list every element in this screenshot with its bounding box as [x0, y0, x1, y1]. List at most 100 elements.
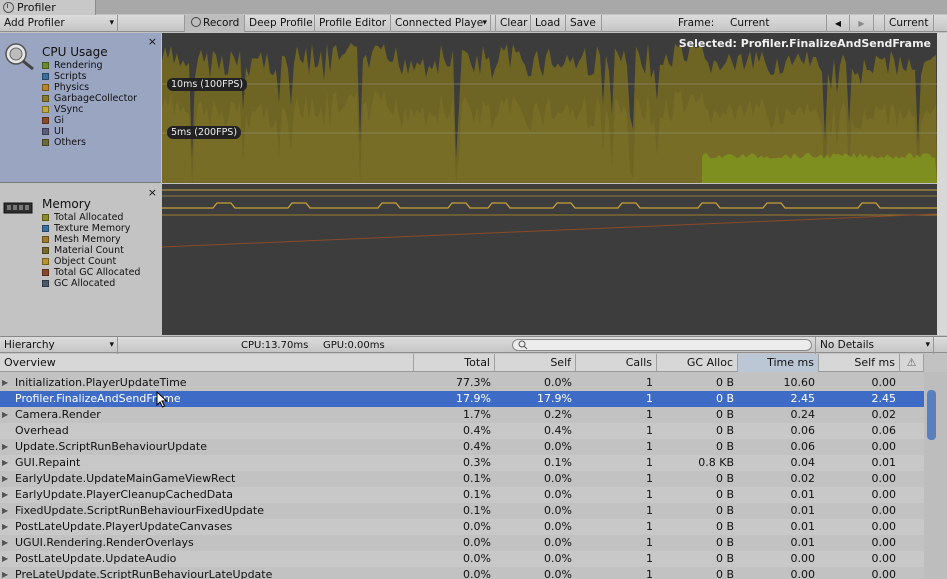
- add-profiler-dropdown[interactable]: Add Profiler: [0, 15, 118, 32]
- row-selfms: 0.00: [871, 552, 897, 565]
- column-time-ms[interactable]: Time ms: [738, 354, 819, 372]
- row-calls: 1: [646, 536, 653, 549]
- table-row[interactable]: ▶ FixedUpdate.ScriptRunBehaviourFixedUpda…: [0, 503, 924, 519]
- table-row[interactable]: ▶ UGUI.Rendering.RenderOverlays 0.0% 0.0% 1 0…: [0, 535, 924, 551]
- table-row[interactable]: ▶ Camera.Render 1.7% 0.2% 1 0 B 0.24 0.02: [0, 407, 924, 423]
- legend-label: Rendering: [54, 60, 103, 71]
- row-gc: 0 B: [715, 504, 734, 517]
- legend-item[interactable]: GC Allocated: [42, 278, 140, 289]
- legend-item[interactable]: VSync: [42, 104, 137, 115]
- close-icon[interactable]: ×: [148, 36, 157, 47]
- memory-legend[interactable]: Memory × Total Allocated Texture Memory Me…: [0, 184, 161, 335]
- legend-item[interactable]: Rendering: [42, 60, 137, 71]
- column-calls[interactable]: Calls: [576, 354, 657, 372]
- column-gc-alloc[interactable]: GC Alloc: [657, 354, 738, 372]
- details-toolbar: Hierarchy CPU:13.70ms GPU:0.00ms No Deta…: [0, 336, 947, 354]
- expand-arrow-icon[interactable]: ▶: [2, 439, 8, 455]
- prev-frame-button[interactable]: ◀: [826, 15, 850, 32]
- row-time: 0.06: [790, 424, 816, 437]
- load-button[interactable]: Load: [531, 15, 566, 32]
- row-selfms: 0.00: [871, 440, 897, 453]
- table-row[interactable]: ▶ Initialization.PlayerUpdateTime 77.3% 0.0…: [0, 375, 924, 391]
- legend-item[interactable]: Mesh Memory: [42, 234, 140, 245]
- table-row[interactable]: ▶ PreLateUpdate.ScriptRunBehaviourLateUpd…: [0, 567, 924, 579]
- window-tab[interactable]: Profiler: [0, 0, 96, 15]
- table-row[interactable]: ▶ PostLateUpdate.UpdateAudio 0.0% 0.0% 1 0 B 0…: [0, 551, 924, 567]
- legend-swatch: [42, 214, 49, 221]
- table-row[interactable]: ▶ EarlyUpdate.UpdateMainGameViewRect 0.1% 0…: [0, 471, 924, 487]
- save-button[interactable]: Save: [566, 15, 602, 32]
- next-frame-button[interactable]: ▶: [850, 15, 874, 32]
- legend-label: Total GC Allocated: [54, 267, 141, 278]
- expand-arrow-icon[interactable]: ▶: [2, 551, 8, 567]
- table-row[interactable]: ▶ GUI.Repaint 0.3% 0.1% 1 0.8 KB 0.04 0.01: [0, 455, 924, 471]
- row-selfms: 0.00: [871, 472, 897, 485]
- mouse-cursor-icon: [156, 391, 168, 408]
- legend-label: VSync: [54, 104, 84, 115]
- table-row[interactable]: Overhead 0.4% 0.4% 1 0 B 0.06 0.06: [0, 423, 924, 439]
- legend-swatch: [42, 225, 49, 232]
- expand-arrow-icon[interactable]: ▶: [2, 519, 8, 535]
- legend-item[interactable]: UI: [42, 126, 137, 137]
- row-time: 0.02: [790, 472, 816, 485]
- legend-swatch: [42, 128, 49, 135]
- deep-profile-button[interactable]: Deep Profile: [245, 15, 315, 32]
- expand-arrow-icon[interactable]: ▶: [2, 567, 8, 579]
- legend-item[interactable]: Total GC Allocated: [42, 267, 140, 278]
- search-input[interactable]: [512, 339, 812, 351]
- details-dropdown[interactable]: No Details: [815, 337, 934, 354]
- legend-item[interactable]: Scripts: [42, 71, 137, 82]
- clear-button[interactable]: Clear: [495, 15, 531, 32]
- row-self: 0.4%: [544, 424, 572, 437]
- row-total: 0.3%: [463, 456, 491, 469]
- connected-player-dropdown[interactable]: Connected Playe: [391, 15, 491, 32]
- table-row[interactable]: ▶ EarlyUpdate.PlayerCleanupCachedData 0.1%…: [0, 487, 924, 503]
- legend-swatch: [42, 269, 49, 276]
- legend-item[interactable]: Texture Memory: [42, 223, 140, 234]
- scrollbar-thumb[interactable]: [927, 390, 936, 440]
- memory-module-icon: [3, 202, 33, 214]
- profile-editor-button[interactable]: Profile Editor: [315, 15, 391, 32]
- record-button[interactable]: Record: [184, 15, 245, 32]
- legend-item[interactable]: GarbageCollector: [42, 93, 137, 104]
- table-row[interactable]: ▶ Update.ScriptRunBehaviourUpdate 0.4% 0.0%…: [0, 439, 924, 455]
- column-self-ms[interactable]: Self ms: [819, 354, 900, 372]
- expand-arrow-icon[interactable]: ▶: [2, 503, 8, 519]
- close-icon[interactable]: ×: [148, 187, 157, 198]
- row-self: 0.0%: [544, 536, 572, 549]
- legend-item[interactable]: Object Count: [42, 256, 140, 267]
- table-row[interactable]: ▶ PostLateUpdate.PlayerUpdateCanvases 0.0%…: [0, 519, 924, 535]
- expand-arrow-icon[interactable]: ▶: [2, 407, 8, 423]
- memory-graph[interactable]: [162, 184, 937, 335]
- expand-arrow-icon[interactable]: ▶: [2, 455, 8, 471]
- legend-label: UI: [54, 126, 64, 137]
- cpu-usage-graph[interactable]: 10ms (100FPS) 5ms (200FPS) Selected: Pro…: [162, 33, 937, 183]
- view-mode-dropdown[interactable]: Hierarchy: [0, 337, 118, 354]
- column-total[interactable]: Total: [414, 354, 495, 372]
- column-overview[interactable]: Overview: [0, 354, 414, 372]
- row-time: 0.01: [790, 504, 816, 517]
- legend-swatch: [42, 280, 49, 287]
- row-selfms: 0.06: [871, 424, 897, 437]
- table-row[interactable]: Profiler.FinalizeAndSendFrame 17.9% 17.9% 1…: [0, 391, 924, 407]
- row-calls: 1: [646, 408, 653, 421]
- legend-item[interactable]: Others: [42, 137, 137, 148]
- expand-arrow-icon[interactable]: ▶: [2, 375, 8, 391]
- expand-arrow-icon[interactable]: ▶: [2, 535, 8, 551]
- expand-arrow-icon[interactable]: ▶: [2, 471, 8, 487]
- row-calls: 1: [646, 504, 653, 517]
- current-frame-button[interactable]: Current: [884, 15, 934, 32]
- vertical-scrollbar[interactable]: [924, 372, 947, 579]
- marker-5ms: 5ms (200FPS): [167, 126, 242, 139]
- legend-item[interactable]: Total Allocated: [42, 212, 140, 223]
- column-self[interactable]: Self: [495, 354, 576, 372]
- legend-item[interactable]: Material Count: [42, 245, 140, 256]
- expand-arrow-icon[interactable]: ▶: [2, 487, 8, 503]
- legend-item[interactable]: Physics: [42, 82, 137, 93]
- cpu-usage-legend[interactable]: CPU Usage × Rendering Scripts Physics Garba…: [0, 33, 161, 183]
- legend-item[interactable]: Gi: [42, 115, 137, 126]
- row-name: Initialization.PlayerUpdateTime: [15, 376, 187, 389]
- warning-icon[interactable]: ⚠: [900, 354, 924, 372]
- legend-label: GC Allocated: [54, 278, 116, 289]
- row-name: FixedUpdate.ScriptRunBehaviourFixedUpdat…: [15, 504, 264, 517]
